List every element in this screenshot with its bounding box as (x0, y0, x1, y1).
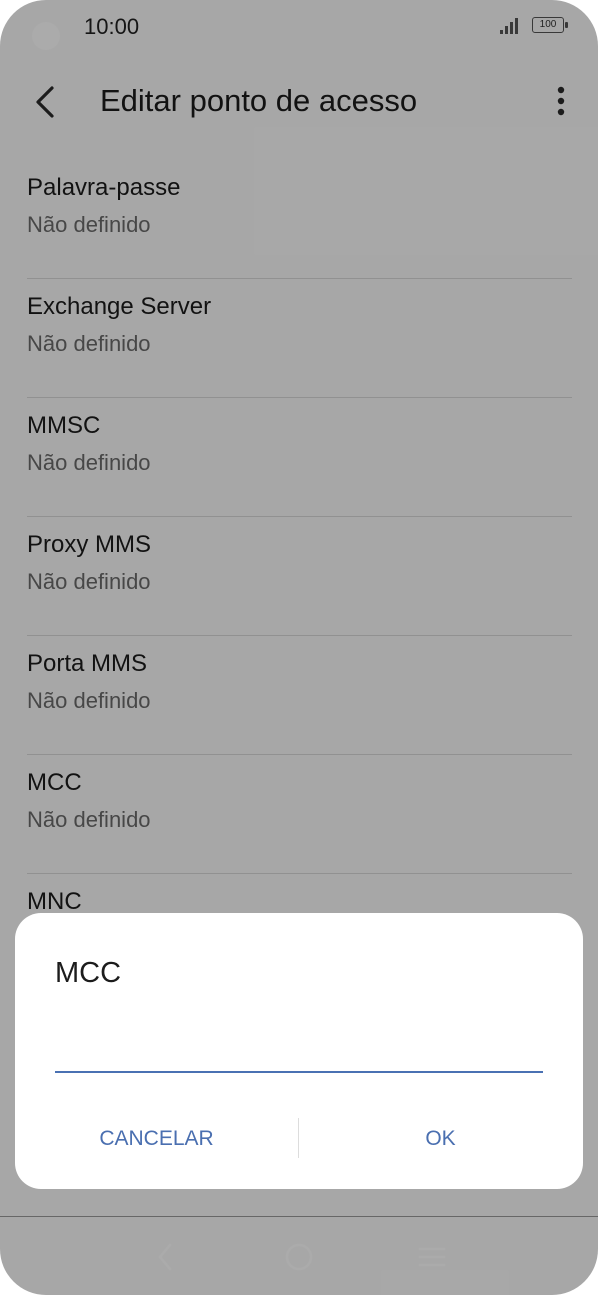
phone-frame: 10:00 100 Editar ponto de acesso Palavra… (0, 0, 598, 1295)
screen: 10:00 100 Editar ponto de acesso Palavra… (0, 0, 598, 1295)
dialog-title: MCC (55, 957, 122, 989)
cancel-button[interactable]: CANCELAR (15, 1108, 298, 1168)
mcc-dialog: MCC CANCELAR OK (15, 913, 583, 1189)
mcc-input[interactable] (55, 1019, 543, 1073)
ok-button[interactable]: OK (299, 1108, 582, 1168)
dialog-actions: CANCELAR OK (15, 1108, 583, 1168)
